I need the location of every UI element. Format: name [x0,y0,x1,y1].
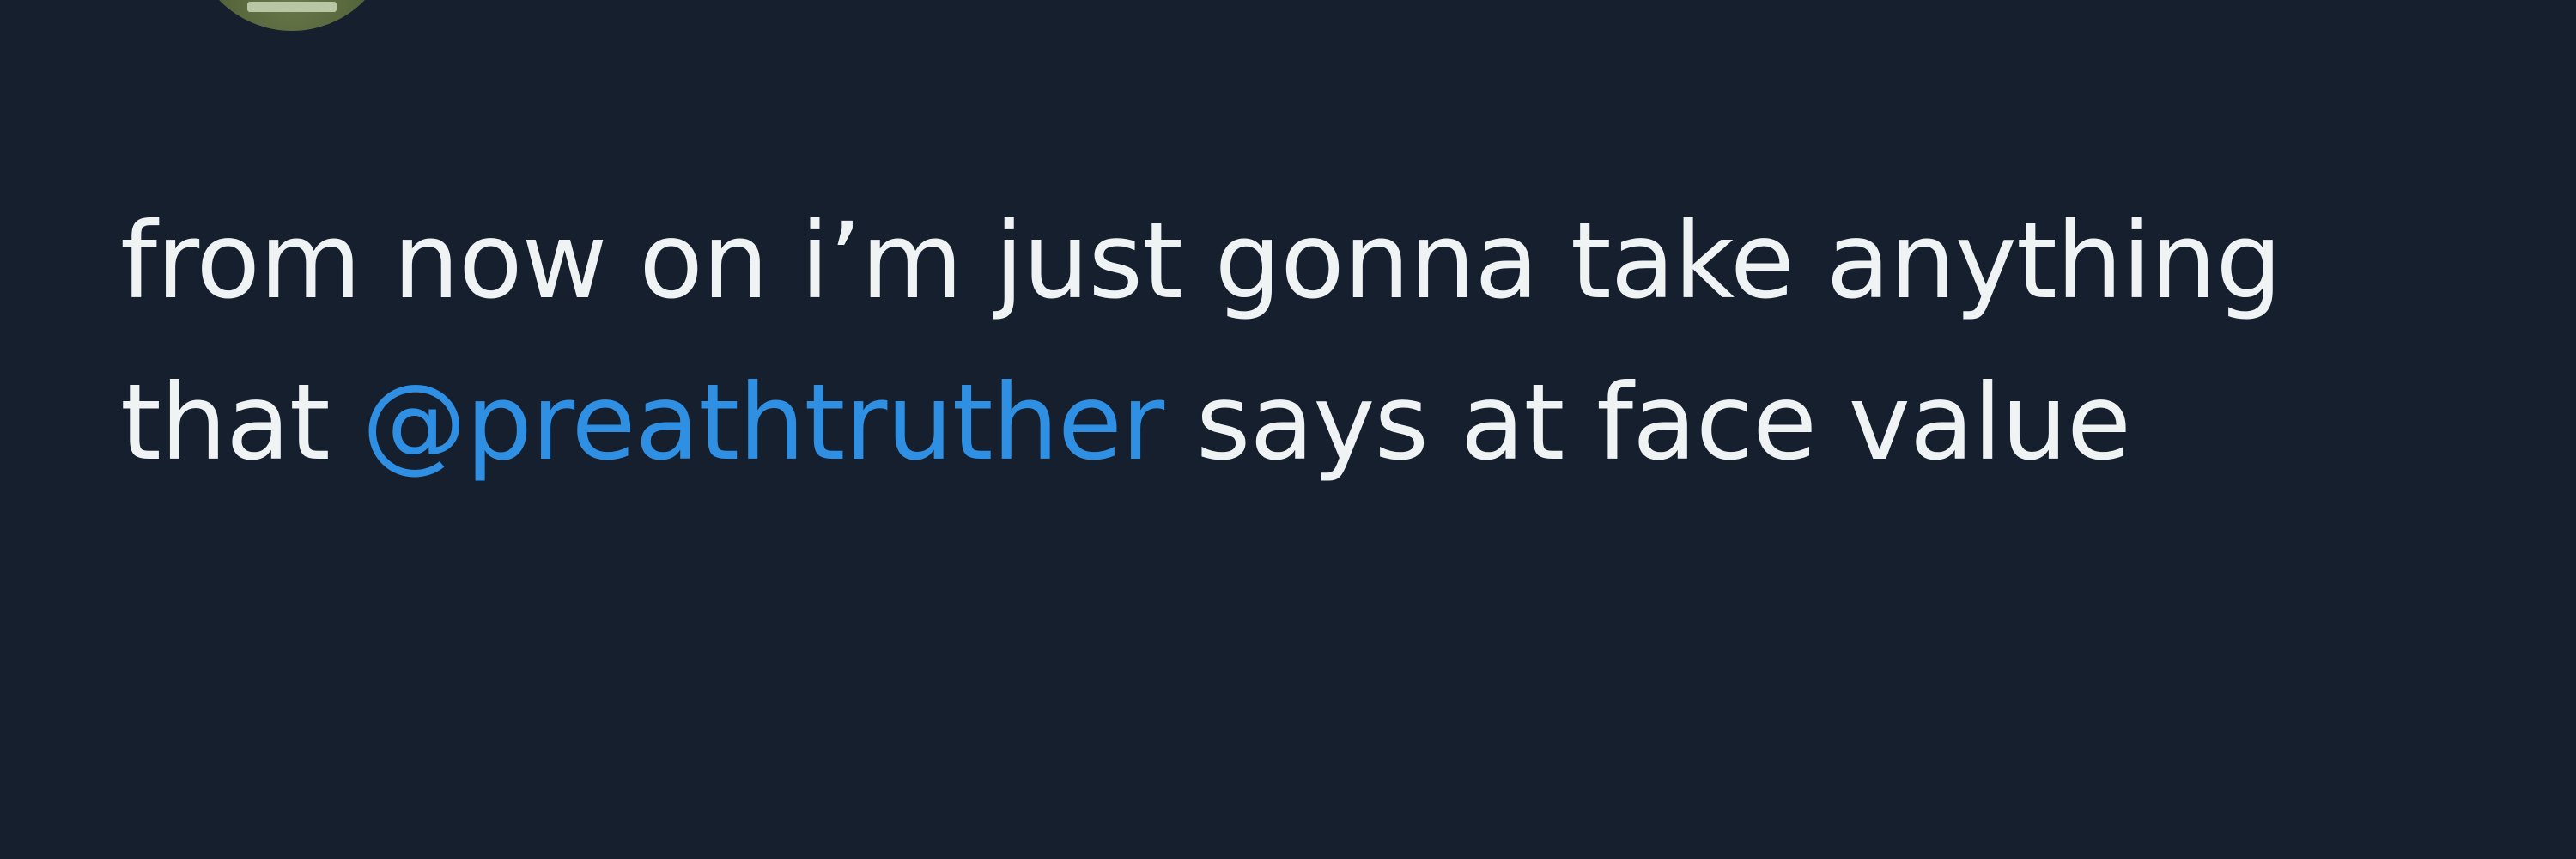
avatar[interactable] [191,0,393,31]
tweet-text-after-mention: says at face value [1163,362,2131,484]
avatar-badge-icon [247,2,337,12]
tweet-text: from now on i’m just gonna take anything… [120,180,2439,503]
mention-link[interactable]: @preathtruther [362,362,1165,484]
tweet-screen: from now on i’m just gonna take anything… [0,0,2576,859]
